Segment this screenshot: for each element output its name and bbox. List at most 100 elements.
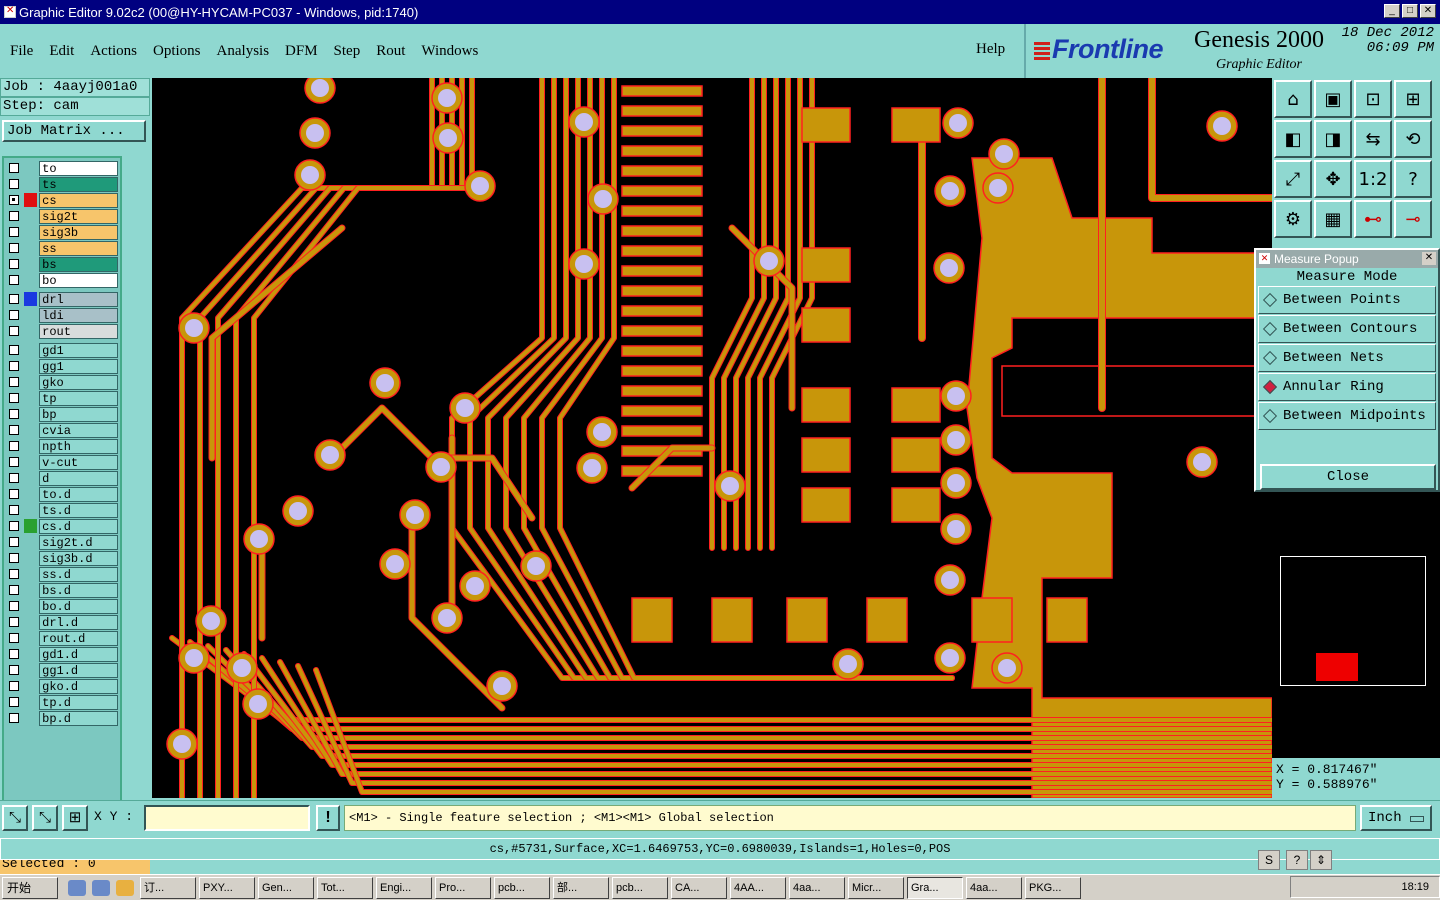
- taskbar-item[interactable]: 4aa...: [966, 876, 1022, 899]
- layer-row[interactable]: gko.d: [6, 678, 118, 694]
- quicklaunch-app-icon[interactable]: [116, 879, 134, 896]
- layer-name[interactable]: cvia: [39, 422, 118, 438]
- layer-name[interactable]: sig2t.d: [39, 534, 118, 550]
- layer-checkbox[interactable]: [9, 179, 19, 189]
- layer-name[interactable]: bo.d: [39, 598, 118, 614]
- layer-checkbox[interactable]: [9, 697, 19, 707]
- taskbar-item[interactable]: Gra...: [907, 876, 963, 899]
- layer-name[interactable]: bp.d: [39, 710, 118, 726]
- layer-name[interactable]: gd1: [39, 342, 118, 358]
- layer-checkbox[interactable]: [9, 633, 19, 643]
- option-between-nets[interactable]: Between Nets: [1258, 344, 1436, 372]
- layer-row[interactable]: gd1.d: [6, 646, 118, 662]
- layer-checkbox[interactable]: [9, 243, 19, 253]
- layer-checkbox[interactable]: [9, 361, 19, 371]
- layer-row[interactable]: cs.d: [6, 518, 118, 534]
- layer-checkbox[interactable]: [9, 425, 19, 435]
- taskbar-item[interactable]: Engi...: [376, 876, 432, 899]
- snap-grid-icon[interactable]: ⊞: [62, 805, 88, 831]
- layer-checkbox[interactable]: [9, 163, 19, 173]
- layer-row[interactable]: cs: [6, 192, 118, 208]
- layer-name[interactable]: gg1.d: [39, 662, 118, 678]
- settings-icon[interactable]: ⚙: [1274, 200, 1312, 238]
- fit-icon[interactable]: ⤢: [1274, 160, 1312, 198]
- layer-checkbox[interactable]: [9, 681, 19, 691]
- layer-checkbox[interactable]: [9, 393, 19, 403]
- layer-checkbox[interactable]: [9, 473, 19, 483]
- layer-checkbox[interactable]: [9, 377, 19, 387]
- layer-name[interactable]: tp.d: [39, 694, 118, 710]
- layer-row[interactable]: bo: [6, 272, 118, 288]
- layer-row[interactable]: d: [6, 470, 118, 486]
- taskbar-item[interactable]: 4aa...: [789, 876, 845, 899]
- layer-row[interactable]: bs.d: [6, 582, 118, 598]
- layer-checkbox[interactable]: [9, 259, 19, 269]
- layer-name[interactable]: ss: [39, 240, 118, 256]
- layer-checkbox[interactable]: [9, 326, 19, 336]
- layer-row[interactable]: ldi: [6, 307, 118, 323]
- layer-row[interactable]: sig2t.d: [6, 534, 118, 550]
- select-edit-icon[interactable]: ⤡: [32, 805, 58, 831]
- layer-name[interactable]: drl.d: [39, 614, 118, 630]
- layer-row[interactable]: tp: [6, 390, 118, 406]
- scale-one-icon[interactable]: 1:2: [1354, 160, 1392, 198]
- layer-name[interactable]: bs: [39, 256, 118, 272]
- mirror-icon[interactable]: ⇆: [1354, 120, 1392, 158]
- taskbar-item[interactable]: Tot...: [317, 876, 373, 899]
- layer-row[interactable]: to: [6, 160, 118, 176]
- layer-name[interactable]: bp: [39, 406, 118, 422]
- menu-help[interactable]: Help: [976, 41, 1005, 58]
- close-window-button[interactable]: ✕: [1420, 4, 1436, 18]
- layer-row[interactable]: drl: [6, 291, 118, 307]
- popup-close-icon[interactable]: ✕: [1422, 252, 1436, 265]
- quicklaunch-browser-icon[interactable]: [68, 879, 86, 896]
- layer-row[interactable]: bp.d: [6, 710, 118, 726]
- pan-left-icon[interactable]: ◧: [1274, 120, 1312, 158]
- layer-checkbox[interactable]: [9, 537, 19, 547]
- layer-row[interactable]: tp.d: [6, 694, 118, 710]
- layer-checkbox[interactable]: [9, 489, 19, 499]
- layer-row[interactable]: gd1: [6, 342, 118, 358]
- title-bar[interactable]: Graphic Editor 9.02c2 (00@HY-HYCAM-PC037…: [0, 0, 1440, 24]
- popup-title[interactable]: Measure Popup: [1256, 250, 1438, 268]
- menu-edit[interactable]: Edit: [49, 43, 74, 60]
- graphic-canvas[interactable]: [152, 78, 1272, 798]
- layer-checkbox[interactable]: [9, 617, 19, 627]
- taskbar-item[interactable]: Pro...: [435, 876, 491, 899]
- layer-name[interactable]: v-cut: [39, 454, 118, 470]
- layer-checkbox[interactable]: [9, 505, 19, 515]
- menu-dfm[interactable]: DFM: [285, 43, 318, 60]
- menu-actions[interactable]: Actions: [90, 43, 137, 60]
- layer-name[interactable]: sig2t: [39, 208, 118, 224]
- menu-rout[interactable]: Rout: [376, 43, 405, 60]
- pan-right-icon[interactable]: ◨: [1314, 120, 1352, 158]
- layer-row[interactable]: gg1.d: [6, 662, 118, 678]
- menu-file[interactable]: File: [10, 43, 33, 60]
- layer-name[interactable]: drl: [39, 291, 118, 307]
- layer-name[interactable]: npth: [39, 438, 118, 454]
- status-s-icon[interactable]: S: [1258, 850, 1280, 870]
- layer-row[interactable]: rout.d: [6, 630, 118, 646]
- option-between-contours[interactable]: Between Contours: [1258, 315, 1436, 343]
- taskbar-item[interactable]: pcb...: [612, 876, 668, 899]
- layer-name[interactable]: cs.d: [39, 518, 118, 534]
- measure-tool-icon[interactable]: ⊷: [1354, 200, 1392, 238]
- layer-checkbox[interactable]: [9, 275, 19, 285]
- xy-input[interactable]: [144, 805, 310, 831]
- layer-checkbox[interactable]: [9, 585, 19, 595]
- layer-checkbox[interactable]: [9, 521, 19, 531]
- layer-name[interactable]: rout: [39, 323, 118, 339]
- maximize-button[interactable]: □: [1402, 4, 1418, 18]
- layer-name[interactable]: gg1: [39, 358, 118, 374]
- pcb-view[interactable]: [152, 78, 1272, 798]
- layer-checkbox[interactable]: [9, 553, 19, 563]
- quicklaunch-desktop-icon[interactable]: [92, 879, 110, 896]
- layer-row[interactable]: ts.d: [6, 502, 118, 518]
- layer-name[interactable]: rout.d: [39, 630, 118, 646]
- zoom-in-icon[interactable]: ▣: [1314, 80, 1352, 118]
- center-icon[interactable]: ✥: [1314, 160, 1352, 198]
- layer-checkbox[interactable]: [9, 569, 19, 579]
- layer-name[interactable]: sig3b.d: [39, 550, 118, 566]
- layer-name[interactable]: ts: [39, 176, 118, 192]
- menu-step[interactable]: Step: [334, 43, 361, 60]
